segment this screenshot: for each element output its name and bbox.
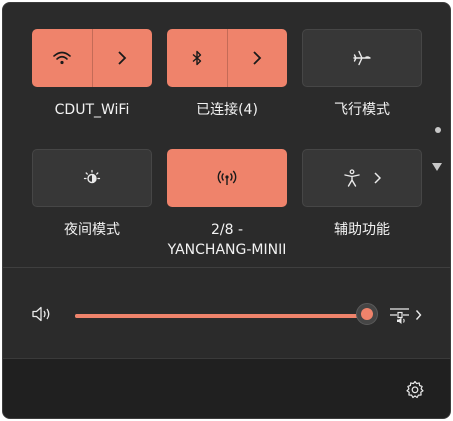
night-light-icon <box>83 169 101 187</box>
volume-mute-button[interactable] <box>31 305 55 325</box>
bluetooth-tile-label: 已连接(4) <box>196 102 258 118</box>
airplane-mode-tile[interactable] <box>302 29 422 87</box>
audio-output-button[interactable] <box>389 304 425 326</box>
wifi-expand-button[interactable] <box>93 29 153 87</box>
panel-footer <box>3 358 450 418</box>
wifi-icon <box>52 51 71 65</box>
volume-slider-fill <box>75 314 367 318</box>
wifi-toggle-button[interactable] <box>32 29 92 87</box>
mobile-hotspot-label: 2/8 - YANCHANG-MINII <box>167 222 287 258</box>
settings-gear-icon <box>405 380 425 400</box>
night-light-label: 夜间模式 <box>64 222 120 238</box>
quick-settings-panel: CDUT_WiFi 已连接(4) 飞行模式 夜间模式 2/8 - YANCHAN… <box>2 2 451 419</box>
mobile-hotspot-icon <box>217 170 237 186</box>
accessibility-icon <box>343 169 361 187</box>
settings-button[interactable] <box>404 379 426 401</box>
volume-slider[interactable] <box>75 314 367 318</box>
bluetooth-tile <box>167 29 287 87</box>
volume-slider-thumb[interactable] <box>356 303 378 325</box>
mobile-hotspot-tile[interactable] <box>167 149 287 207</box>
chevron-right-icon <box>373 172 381 184</box>
page-indicator-dot[interactable] <box>435 127 441 133</box>
airplane-mode-label: 飞行模式 <box>334 102 390 118</box>
chevron-right-icon <box>415 309 422 321</box>
bluetooth-toggle-button[interactable] <box>167 29 227 87</box>
caret-down-icon <box>431 162 443 172</box>
accessibility-label: 辅助功能 <box>334 222 390 238</box>
wifi-tile <box>32 29 152 87</box>
speaker-icon <box>31 305 53 323</box>
bluetooth-icon <box>191 50 203 66</box>
chevron-right-icon <box>117 51 127 65</box>
section-divider <box>3 267 450 268</box>
chevron-right-icon <box>252 51 262 65</box>
airplane-icon <box>353 50 371 66</box>
accessibility-tile[interactable] <box>302 149 422 207</box>
bluetooth-expand-button[interactable] <box>228 29 288 87</box>
next-page-button[interactable] <box>431 157 443 176</box>
audio-output-icon <box>389 305 411 325</box>
wifi-tile-label: CDUT_WiFi <box>54 102 130 118</box>
night-light-tile[interactable] <box>32 149 152 207</box>
